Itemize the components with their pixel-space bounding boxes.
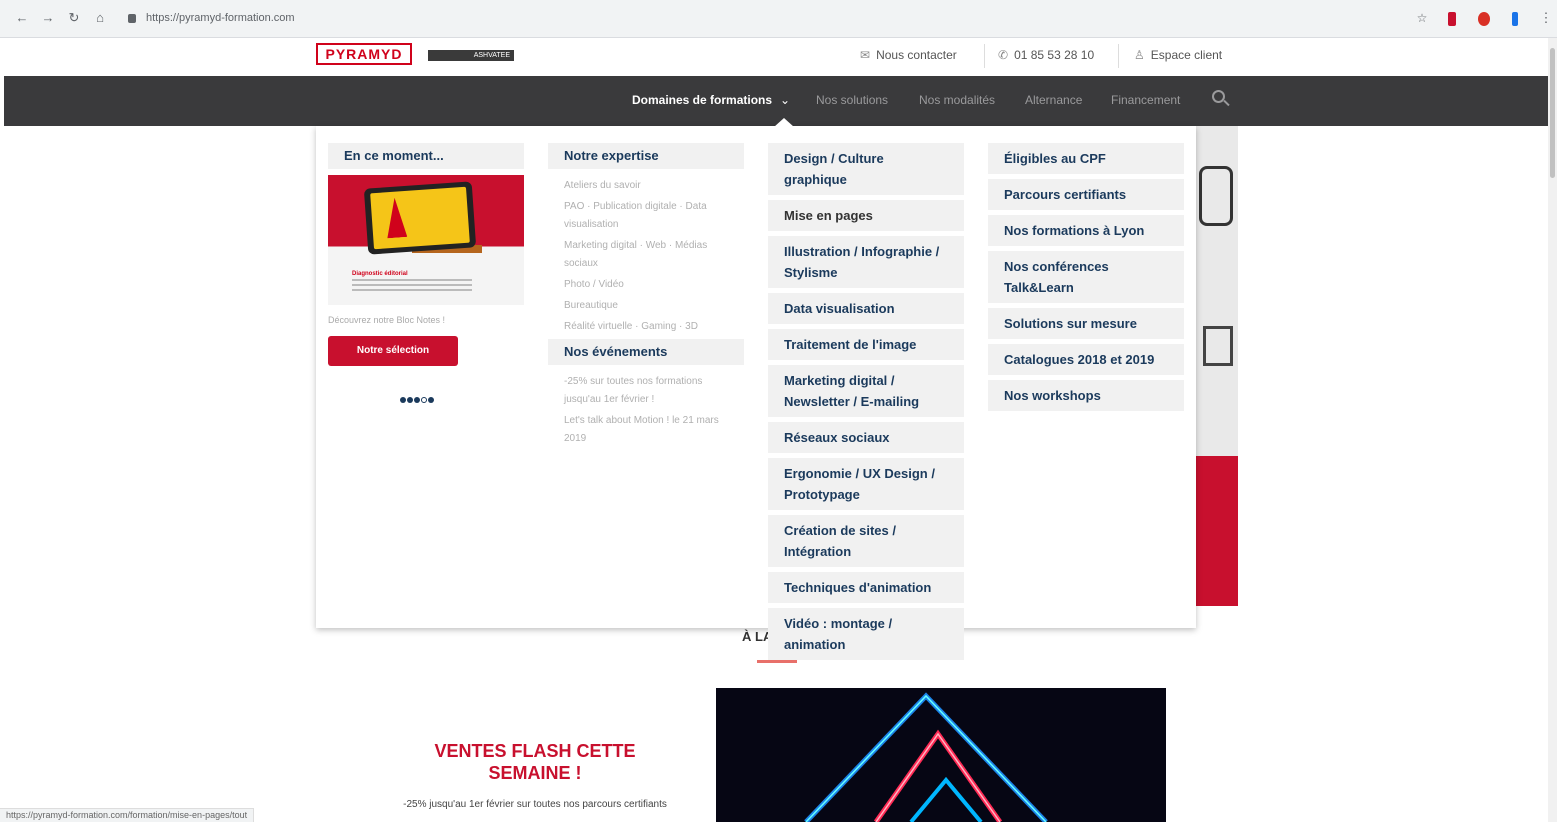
nav-nos-modalites[interactable]: Nos modalités	[919, 93, 995, 107]
heading-notre-expertise[interactable]: Notre expertise	[548, 143, 744, 169]
nav-financement[interactable]: Financement	[1111, 93, 1180, 107]
hero-image	[1195, 126, 1238, 606]
user-icon: ♙	[1134, 48, 1145, 62]
dropdown-caret	[774, 118, 794, 127]
offer-link-parcours[interactable]: Parcours certifiants	[988, 179, 1184, 210]
reload-icon[interactable]: ↻	[66, 10, 82, 26]
nav-alternance[interactable]: Alternance	[1025, 93, 1082, 107]
flash-sale-title[interactable]: VENTES FLASH CETTE SEMAINE !	[420, 740, 650, 784]
domain-link-illustration[interactable]: Illustration / Infographie / Stylisme	[768, 236, 964, 288]
promo-text[interactable]: Découvrez notre Bloc Notes !	[328, 315, 445, 325]
nav-domaines-de-formations[interactable]: Domaines de formations	[632, 93, 772, 107]
promo-fine-print	[352, 279, 472, 293]
heading-nos-evenements[interactable]: Nos événements	[548, 339, 744, 365]
expertise-link[interactable]: Réalité virtuelle · Gaming · 3D	[548, 318, 744, 336]
contact-label: Nous contacter	[876, 48, 957, 62]
back-icon[interactable]: ←	[14, 10, 30, 26]
domain-link-ergonomie[interactable]: Ergonomie / UX Design / Prototypage	[768, 458, 964, 510]
notre-selection-button[interactable]: Notre sélection	[328, 336, 458, 366]
expertise-link[interactable]: Bureautique	[548, 297, 744, 315]
client-label: Espace client	[1150, 48, 1223, 62]
divider	[984, 44, 985, 68]
carousel-dot[interactable]	[400, 397, 406, 403]
mega-col-moment: En ce moment...	[328, 143, 524, 169]
contact-link[interactable]: ✉ Nous contacter	[860, 48, 957, 62]
domain-link-animation[interactable]: Techniques d'animation	[768, 572, 964, 603]
url-text: https://pyramyd-formation.com	[146, 12, 295, 24]
domain-link-mise-en-pages[interactable]: Mise en pages	[768, 200, 964, 231]
domain-link-creation-sites[interactable]: Création de sites / Intégration	[768, 515, 964, 567]
phone-number: 01 85 53 28 10	[1014, 48, 1095, 62]
carousel-dots	[400, 390, 435, 408]
divider	[1118, 44, 1119, 68]
mega-col-expertise: Notre expertise Ateliers du savoir PAO ·…	[548, 143, 744, 448]
flash-sale-subtitle: -25% jusqu'au 1er février sur toutes nos…	[403, 799, 667, 810]
partner-logo: ASHVATEE	[428, 50, 514, 61]
extension-icon[interactable]	[1448, 12, 1456, 26]
address-bar[interactable]: https://pyramyd-formation.com	[118, 8, 1408, 30]
offer-link-cpf[interactable]: Éligibles au CPF	[988, 143, 1184, 174]
status-bar-url: https://pyramyd-formation.com/formation/…	[0, 808, 255, 822]
chevron-down-icon[interactable]: ⌄	[780, 93, 790, 107]
mail-icon: ✉	[860, 48, 871, 62]
domain-link-marketing-digital[interactable]: Marketing digital / Newsletter / E-maili…	[768, 365, 964, 417]
carousel-dot[interactable]	[428, 397, 434, 403]
phone-icon: ✆	[998, 48, 1009, 62]
mega-col-offers: Éligibles au CPF Parcours certifiants No…	[988, 143, 1184, 416]
scrollbar-thumb[interactable]	[1550, 48, 1555, 178]
event-link[interactable]: -25% sur toutes nos formations jusqu'au …	[548, 373, 744, 409]
neon-banner-image[interactable]	[716, 688, 1166, 822]
expertise-link[interactable]: PAO · Publication digitale · Data visual…	[548, 198, 744, 234]
browser-toolbar: ← → ↻ ⌂ https://pyramyd-formation.com ☆ …	[0, 0, 1557, 38]
expertise-link[interactable]: Marketing digital · Web · Médias sociaux	[548, 237, 744, 273]
offer-link-sur-mesure[interactable]: Solutions sur mesure	[988, 308, 1184, 339]
mega-col-domains: Design / Culture graphique Mise en pages…	[768, 143, 964, 665]
extension-icon[interactable]	[1478, 12, 1490, 26]
promo-image[interactable]: Diagnostic éditorial	[328, 175, 524, 305]
event-link[interactable]: Let's talk about Motion ! le 21 mars 201…	[548, 412, 744, 448]
domain-link-traitement-image[interactable]: Traitement de l'image	[768, 329, 964, 360]
menu-dots-icon[interactable]: ⋮	[1538, 10, 1554, 26]
heading-en-ce-moment[interactable]: En ce moment...	[328, 143, 524, 169]
home-icon[interactable]: ⌂	[92, 10, 108, 26]
lock-icon	[128, 14, 136, 23]
forward-icon[interactable]: →	[40, 10, 56, 26]
offer-link-conferences[interactable]: Nos conférences Talk&Learn	[988, 251, 1184, 303]
carousel-dot[interactable]	[421, 397, 427, 403]
site-logo[interactable]: PYRAMYD	[316, 43, 412, 65]
offer-link-lyon[interactable]: Nos formations à Lyon	[988, 215, 1184, 246]
offer-link-catalogues[interactable]: Catalogues 2018 et 2019	[988, 344, 1184, 375]
expertise-link[interactable]: Photo / Vidéo	[548, 276, 744, 294]
bookmark-star-icon[interactable]: ☆	[1414, 10, 1430, 26]
site-header: PYRAMYD ☰ ASHVATEE ✉Nous contacter ✆01 8…	[0, 38, 1557, 76]
promo-caption: Diagnostic éditorial	[352, 271, 408, 277]
phone-link[interactable]: ✆ 01 85 53 28 10	[998, 48, 1094, 62]
offer-link-workshops[interactable]: Nos workshops	[988, 380, 1184, 411]
extension-icon[interactable]	[1512, 12, 1518, 26]
client-link[interactable]: ♙ Espace client	[1134, 48, 1222, 62]
carousel-dot[interactable]	[407, 397, 413, 403]
domain-link-reseaux-sociaux[interactable]: Réseaux sociaux	[768, 422, 964, 453]
expertise-link[interactable]: Ateliers du savoir	[548, 177, 744, 195]
nav-nos-solutions[interactable]: Nos solutions	[816, 93, 888, 107]
domain-link-data-visualisation[interactable]: Data visualisation	[768, 293, 964, 324]
search-icon[interactable]	[1212, 90, 1230, 108]
domain-link-design[interactable]: Design / Culture graphique	[768, 143, 964, 195]
carousel-dot[interactable]	[414, 397, 420, 403]
mega-menu: En ce moment... Diagnostic éditorial Déc…	[316, 126, 1196, 660]
domain-link-video[interactable]: Vidéo : montage / animation	[768, 608, 964, 660]
